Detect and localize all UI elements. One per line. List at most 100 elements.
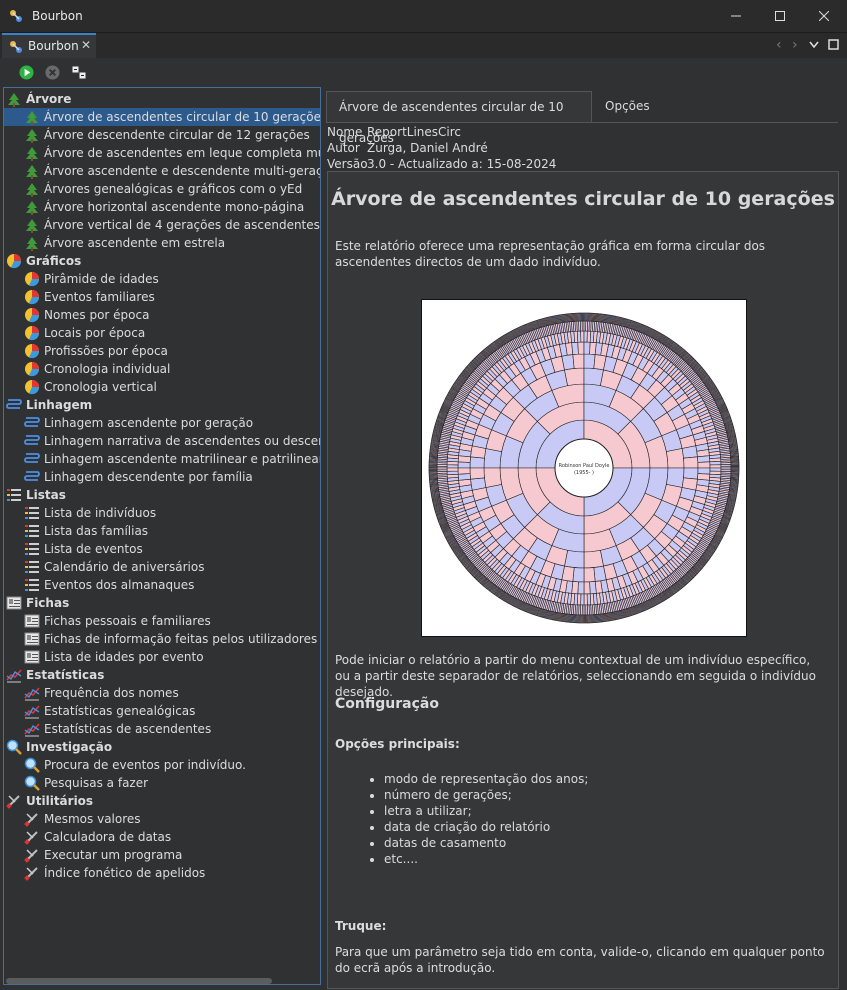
tree-item[interactable]: Eventos familiares [4, 288, 320, 306]
tree-item[interactable]: Fichas pessoais e familiares [4, 612, 320, 630]
tree-item[interactable]: Estatísticas genealógicas [4, 702, 320, 720]
wheel-segment [564, 367, 585, 386]
tree-item[interactable]: Árvore vertical de 4 gerações de ascende… [4, 216, 320, 234]
tree-category[interactable]: Gráficos [4, 252, 320, 270]
tree-item-label: Calculadora de datas [44, 830, 172, 844]
tree-item[interactable]: Lista de eventos [4, 540, 320, 558]
tree-item[interactable]: Lista das famílias [4, 522, 320, 540]
tree-item[interactable]: Linhagem narrativa de ascendentes ou des… [4, 432, 320, 450]
pie-chart-icon [25, 362, 40, 377]
tree-item[interactable]: Índice fonético de apelidos [4, 864, 320, 882]
tree-item-label: Estatísticas genealógicas [44, 704, 196, 718]
tree-item-label: Nomes por época [44, 308, 150, 322]
tree-item[interactable]: Fichas de informação feitas pelos utiliz… [4, 630, 320, 648]
close-window-button[interactable] [801, 0, 847, 32]
tree-item-label: Índice fonético de apelidos [44, 866, 206, 880]
tree-category[interactable]: Árvore [4, 90, 320, 108]
wheel-segment [583, 567, 596, 583]
main-options-heading: Opções principais: [335, 737, 460, 751]
tab-options[interactable]: Opções [593, 91, 663, 123]
minimize-icon [731, 15, 741, 17]
tree-item[interactable]: Pirâmide de idades [4, 270, 320, 288]
wheel-segment [583, 353, 596, 369]
chevron-down-icon[interactable] [809, 41, 819, 49]
tree-item[interactable]: Árvore ascendente e descendente multi-ge… [4, 162, 320, 180]
lineage-icon [24, 417, 40, 427]
option-item: número de gerações; [384, 787, 588, 803]
tree-category[interactable]: Linhagem [4, 396, 320, 414]
tree-item[interactable]: Profissões por época [4, 342, 320, 360]
tree-item[interactable]: Executar um programa [4, 846, 320, 864]
wheel-segment [580, 330, 585, 343]
tree-item[interactable]: Linhagem descendente por família [4, 468, 320, 486]
tree-item[interactable]: Nomes por época [4, 306, 320, 324]
meta-author-value: Zurga, Daniel André [367, 141, 488, 155]
tree-icon [26, 219, 38, 233]
tree-category[interactable]: Utilitários [4, 792, 320, 810]
tree-icon [26, 237, 38, 251]
tree-item[interactable]: Pesquisas a fazer [4, 774, 320, 792]
run-icon[interactable] [19, 65, 34, 80]
wheel-segment [446, 470, 459, 476]
wheel-segment [428, 467, 438, 470]
tree-item-label: Árvore descendente circular de 12 geraçõ… [44, 128, 310, 142]
tree-icon [26, 165, 38, 179]
tree-horizontal-scrollbar[interactable] [6, 978, 272, 984]
tree-item[interactable]: Árvore de ascendentes circular de 10 ger… [4, 108, 320, 126]
tree-item[interactable]: Linhagem ascendente matrilinear e patril… [4, 450, 320, 468]
wheel-segment [446, 467, 459, 472]
list-icon [25, 579, 39, 591]
doc-intro: Este relatório oferece uma representação… [335, 239, 766, 269]
view-tab-label: Bourbon [28, 39, 79, 53]
list-icon [25, 543, 39, 555]
tree-item[interactable]: Locais por época [4, 324, 320, 342]
tree-item[interactable]: Cronologia individual [4, 360, 320, 378]
tree-item[interactable]: Mesmos valores [4, 810, 320, 828]
tree-category[interactable]: Estatísticas [4, 666, 320, 684]
tree-item[interactable]: Eventos dos almanaques [4, 576, 320, 594]
lineage-icon [24, 471, 40, 481]
bourbon-view-tab[interactable]: Bourbon ✕ [2, 33, 96, 58]
wheel-segment [457, 473, 471, 481]
meta-name-label: Nome [327, 125, 363, 139]
chevron-right-icon[interactable]: › [792, 37, 798, 53]
close-tab-icon[interactable]: ✕ [81, 38, 91, 52]
stop-icon[interactable] [45, 65, 60, 80]
tree-item[interactable]: Árvore descendente circular de 12 geraçõ… [4, 126, 320, 144]
tree-item[interactable]: Árvore de ascendentes em leque completa … [4, 144, 320, 162]
option-item: letra a utilizar; [384, 803, 588, 819]
tree-item[interactable]: Frequência dos nomes [4, 684, 320, 702]
tree-icon [26, 147, 38, 161]
collapse-all-icon[interactable] [71, 65, 87, 80]
wheel-segment [709, 460, 722, 466]
tree-item[interactable]: Calculadora de datas [4, 828, 320, 846]
tree-item-label: Árvore ascendente e descendente multi-ge… [44, 164, 321, 178]
tree-item[interactable]: Lista de idades por evento [4, 648, 320, 666]
tree-item-label: Eventos familiares [44, 290, 155, 304]
tree-category[interactable]: Fichas [4, 594, 320, 612]
tree-category[interactable]: Listas [4, 486, 320, 504]
maximize-view-icon[interactable] [828, 39, 839, 50]
tree-item[interactable]: Estatísticas de ascendentes [4, 720, 320, 738]
tree-category[interactable]: Investigação [4, 738, 320, 756]
tree-item[interactable]: Calendário de aniversários [4, 558, 320, 576]
tree-item[interactable]: Procura de eventos por indivíduo. [4, 756, 320, 774]
tree-item-label: Cronologia vertical [44, 380, 157, 394]
wheel-segment [697, 467, 711, 475]
maximize-button[interactable] [757, 0, 803, 32]
wheel-segment [666, 467, 685, 488]
tree-item-label: Mesmos valores [44, 812, 141, 826]
tab-report[interactable]: Árvore de ascendentes circular de 10 ger… [326, 91, 592, 145]
tools-icon [24, 867, 38, 881]
wheel-segment [697, 455, 711, 463]
tree-item[interactable]: Linhagem ascendente por geração [4, 414, 320, 432]
tree-item[interactable]: Árvore horizontal ascendente mono-página [4, 198, 320, 216]
tree-item[interactable]: Árvore ascendente em estrela [4, 234, 320, 252]
meta-version-value: 3.0 - Actualizado a: 15-08-2024 [367, 157, 557, 171]
tree-item[interactable]: Árvores genealógicas e gráficos com o yE… [4, 180, 320, 198]
chevron-left-icon[interactable]: ‹ [776, 37, 782, 53]
tree-item[interactable]: Lista de indivíduos [4, 504, 320, 522]
minimize-button[interactable] [713, 0, 759, 32]
tree-item[interactable]: Cronologia vertical [4, 378, 320, 396]
report-tree[interactable]: Árvore Árvore de ascendentes circular de … [3, 87, 321, 985]
